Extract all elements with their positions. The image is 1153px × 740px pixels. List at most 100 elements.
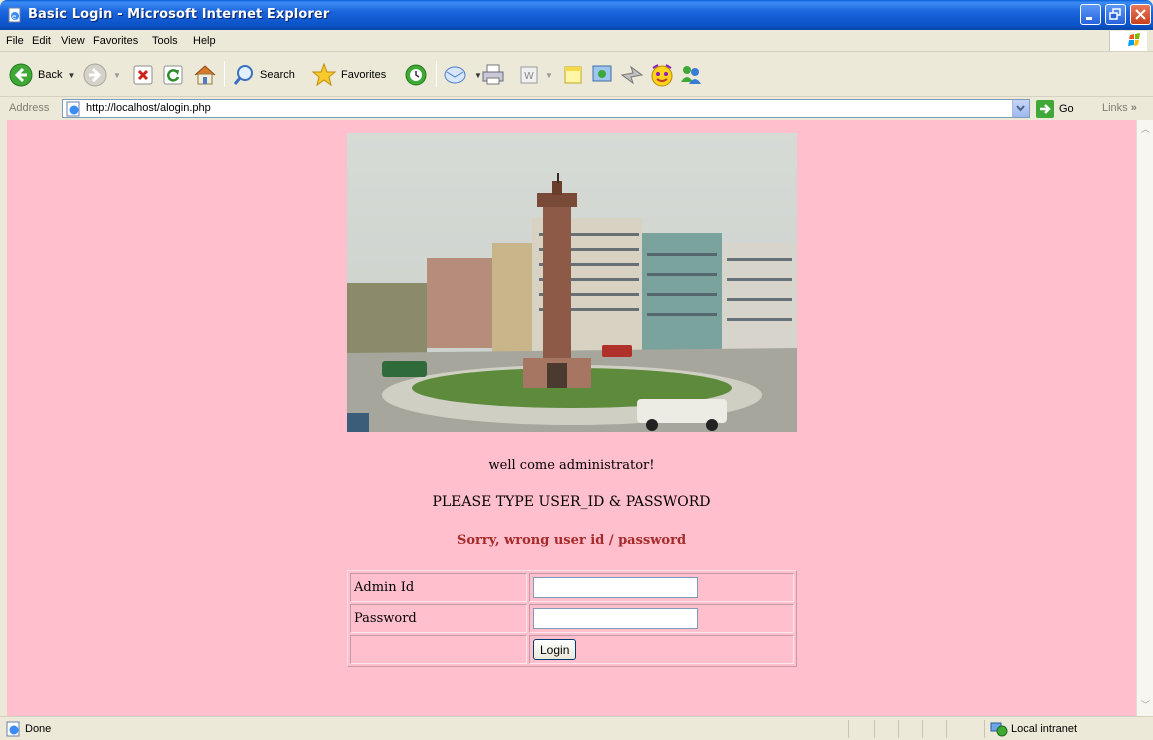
- back-dropdown-icon[interactable]: ▼: [67, 71, 75, 80]
- back-button[interactable]: Back ▼: [8, 61, 75, 89]
- window-left-border: [0, 120, 7, 716]
- status-text: Done: [25, 723, 52, 735]
- menu-tools[interactable]: Tools: [152, 35, 178, 47]
- forward-dropdown-icon[interactable]: ▼: [113, 71, 121, 80]
- go-label: Go: [1059, 102, 1074, 115]
- address-bar: Address http://localhost/alogin.php Go L…: [0, 98, 1153, 119]
- print-button[interactable]: [481, 61, 505, 89]
- status-divider: [898, 720, 899, 738]
- forward-button[interactable]: ▼: [82, 61, 121, 89]
- ie-page-icon: [6, 721, 20, 737]
- minimize-icon: [1086, 17, 1092, 20]
- menu-edit[interactable]: Edit: [32, 35, 51, 47]
- security-zone-text: Local intranet: [1011, 723, 1078, 735]
- error-message: Sorry, wrong user id / password: [456, 533, 687, 548]
- msn-buddies-icon: [681, 66, 701, 84]
- instruction-text: PLEASE TYPE USER_ID & PASSWORD: [432, 494, 711, 510]
- svg-text:W: W: [524, 71, 534, 82]
- login-button[interactable]: Login: [533, 639, 577, 660]
- word-edit-icon: W: [520, 66, 538, 84]
- search-icon: [233, 65, 253, 85]
- research-button[interactable]: [590, 61, 614, 89]
- forward-arrow-icon: [83, 63, 107, 87]
- smiley-icon: [651, 64, 673, 87]
- svg-text:e: e: [12, 13, 16, 21]
- admin-id-label: Admin Id: [350, 573, 527, 602]
- submit-row: Login: [350, 635, 794, 664]
- home-button[interactable]: [193, 61, 217, 89]
- toolbar: Back ▼ ▼ Search Favorites ▼ W ▼: [0, 53, 1153, 97]
- admin-id-input[interactable]: [533, 577, 698, 598]
- refresh-icon: [163, 65, 183, 85]
- address-label: Address: [9, 102, 50, 114]
- ie-page-icon: [66, 101, 80, 117]
- address-dropdown-button[interactable]: [1012, 100, 1029, 117]
- page-content: well come administrator! PLEASE TYPE USE…: [7, 120, 1136, 716]
- search-button[interactable]: Search: [232, 61, 295, 89]
- favorites-button[interactable]: Favorites: [311, 61, 386, 89]
- messenger-button[interactable]: [619, 61, 645, 89]
- menu-help[interactable]: Help: [193, 35, 216, 47]
- toolbar-separator: [436, 61, 437, 87]
- address-url: http://localhost/alogin.php: [86, 102, 211, 114]
- password-row: Password: [350, 604, 794, 633]
- password-cell: [529, 604, 794, 633]
- status-divider: [984, 720, 985, 738]
- close-window-button[interactable]: [1130, 4, 1151, 25]
- scroll-up-icon[interactable]: ︿: [1138, 122, 1153, 137]
- status-divider: [848, 720, 849, 738]
- back-arrow-icon: [9, 63, 33, 87]
- yahoo-messenger-button[interactable]: [649, 61, 675, 89]
- vertical-scrollbar[interactable]: ︿ ﹀: [1136, 120, 1153, 716]
- admin-id-row: Admin Id: [350, 573, 794, 602]
- status-divider: [922, 720, 923, 738]
- welcome-text: well come administrator!: [488, 458, 655, 473]
- scroll-down-icon[interactable]: ﹀: [1138, 698, 1153, 713]
- menu-bar: File Edit View Favorites Tools Help: [0, 30, 1153, 52]
- edit-word-button[interactable]: W ▼: [518, 61, 553, 89]
- go-button[interactable]: Go: [1036, 99, 1074, 118]
- links-label: Links: [1102, 102, 1128, 114]
- menu-favorites[interactable]: Favorites: [93, 35, 138, 47]
- login-form: Admin Id Password Login: [347, 570, 797, 667]
- status-divider: [874, 720, 875, 738]
- discuss-button[interactable]: [562, 61, 584, 89]
- messenger-flash-icon: [620, 65, 644, 85]
- password-input[interactable]: [533, 608, 698, 629]
- links-toolbar[interactable]: Links »: [1102, 102, 1137, 114]
- window-title: Basic Login - Microsoft Internet Explore…: [28, 7, 330, 22]
- address-input[interactable]: http://localhost/alogin.php: [62, 99, 1030, 118]
- windows-logo: [1109, 31, 1147, 51]
- submit-cell: Login: [529, 635, 794, 664]
- minimize-button[interactable]: [1080, 4, 1101, 25]
- search-label: Search: [260, 69, 295, 81]
- local-intranet-icon: [990, 722, 1008, 737]
- password-label: Password: [350, 604, 527, 633]
- edit-dropdown-icon[interactable]: ▼: [545, 71, 553, 80]
- mail-button[interactable]: ▼: [443, 61, 482, 89]
- status-divider: [946, 720, 947, 738]
- mail-icon: [444, 66, 466, 84]
- menu-view[interactable]: View: [61, 35, 85, 47]
- maximize-button[interactable]: [1105, 4, 1126, 25]
- chevron-down-icon: [1016, 105, 1025, 112]
- history-icon: [405, 64, 427, 86]
- refresh-button[interactable]: [163, 61, 183, 89]
- history-button[interactable]: [404, 61, 428, 89]
- home-icon: [194, 65, 216, 85]
- ie-page-icon: e: [8, 7, 21, 23]
- notes-icon: [564, 66, 582, 84]
- admin-id-cell: [529, 573, 794, 602]
- stop-button[interactable]: [133, 61, 153, 89]
- msn-messenger-button[interactable]: [678, 61, 704, 89]
- menu-file[interactable]: File: [6, 35, 24, 47]
- restore-icon: [1109, 8, 1121, 20]
- empty-cell: [350, 635, 527, 664]
- favorites-star-icon: [311, 62, 337, 87]
- favorites-label: Favorites: [341, 69, 387, 81]
- title-bar: e Basic Login - Microsoft Internet Explo…: [0, 0, 1153, 30]
- printer-icon: [482, 64, 504, 85]
- stop-icon: [133, 65, 153, 85]
- back-label: Back: [38, 69, 63, 81]
- go-arrow-icon: [1036, 99, 1054, 118]
